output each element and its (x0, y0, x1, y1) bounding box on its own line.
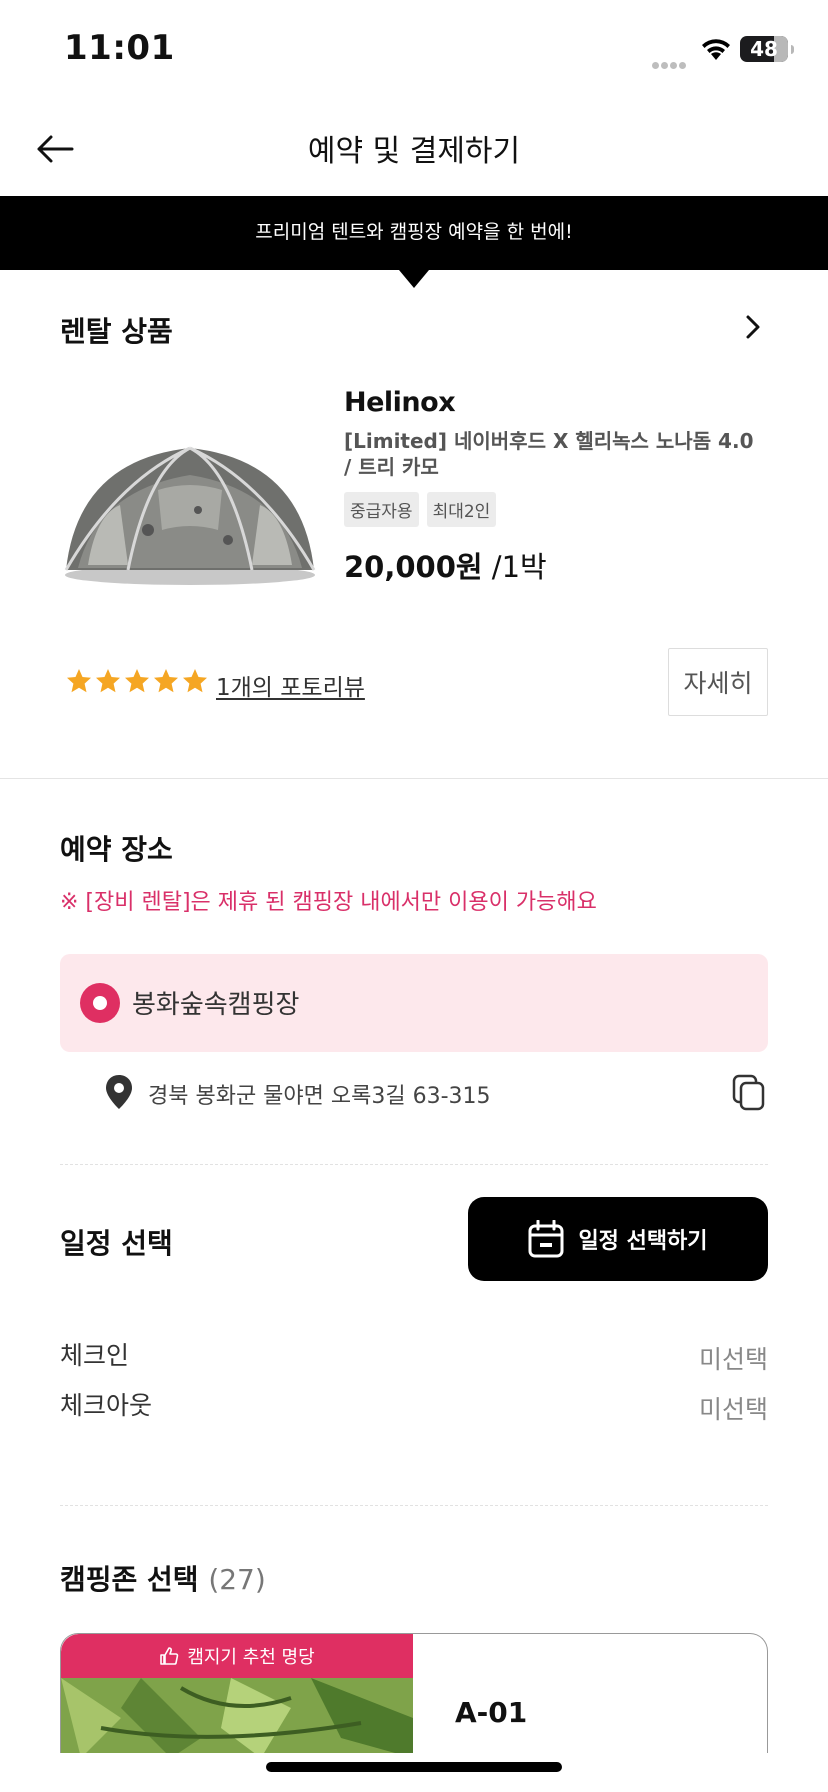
place-notice: ※ [장비 렌탈]은 제휴 된 캠핑장 내에서만 이용이 가능해요 (60, 890, 597, 915)
tag-level: 중급자용 (344, 492, 419, 527)
tag-capacity: 최대2인 (426, 492, 497, 527)
zone-count: (27) (208, 1563, 266, 1596)
promo-banner: 프리미엄 텐트와 캠핑장 예약을 한 번에! (0, 196, 828, 270)
status-time: 11:01 (64, 28, 175, 68)
product-brand: Helinox (344, 387, 456, 418)
section-divider (0, 778, 828, 779)
checkout-label: 체크아웃 (60, 1391, 153, 1420)
copy-icon[interactable] (732, 1074, 766, 1112)
wifi-icon (702, 39, 730, 60)
select-schedule-label: 일정 선택하기 (578, 1229, 708, 1254)
zone-card[interactable]: 캠지기 추천 명당 A-01 (60, 1633, 768, 1753)
dashed-divider (60, 1505, 768, 1506)
battery-level: 48 (750, 37, 778, 61)
thumbs-up-icon (160, 1647, 179, 1665)
calendar-icon (528, 1220, 564, 1258)
chevron-right-icon[interactable] (738, 312, 768, 342)
schedule-section-title: 일정 선택 (60, 1227, 173, 1260)
place-name: 봉화숲속캠핑장 (132, 990, 300, 1020)
product-tags: 중급자용 최대2인 (344, 492, 497, 527)
star-icon (154, 669, 178, 693)
checkin-value: 미선택 (698, 1345, 768, 1374)
zone-title-text: 캠핑존 선택 (60, 1563, 199, 1596)
status-bar: 11:01 48 (0, 0, 828, 100)
price-unit: /1박 (482, 550, 547, 584)
checkout-value: 미선택 (698, 1395, 768, 1424)
detail-button[interactable]: 자세히 (668, 648, 768, 716)
selected-place-card[interactable]: 봉화숲속캠핑장 (60, 954, 768, 1052)
checkin-label: 체크인 (60, 1341, 130, 1370)
star-icon (183, 669, 207, 693)
nav-bar: 예약 및 결제하기 (0, 100, 828, 196)
price-amount: 20,000원 (344, 550, 483, 584)
banner-pointer (399, 270, 429, 288)
product-image[interactable] (58, 430, 322, 590)
star-icon (96, 669, 120, 693)
rental-section-title: 렌탈 상품 (60, 315, 173, 348)
radio-selected-icon[interactable] (80, 983, 120, 1023)
photo-review-link[interactable]: 1개의 포토리뷰 (216, 668, 365, 702)
recommended-badge: 캠지기 추천 명당 (61, 1634, 413, 1678)
rating-stars (66, 668, 208, 694)
cellular-signal-icon (652, 54, 690, 69)
zone-section-title: 캠핑존 선택 (27) (60, 1558, 266, 1598)
product-price: 20,000원 /1박 (344, 544, 547, 586)
location-pin-icon (106, 1075, 132, 1109)
home-indicator (266, 1762, 562, 1772)
page-title: 예약 및 결제하기 (307, 134, 521, 169)
recommended-badge-label: 캠지기 추천 명당 (187, 1647, 315, 1668)
product-name: [Limited] 네이버후드 X 헬리녹스 노나돔 4.0 / 트리 카모 (344, 429, 754, 479)
place-section-title: 예약 장소 (60, 833, 173, 866)
star-icon (67, 669, 91, 693)
dashed-divider (60, 1164, 768, 1165)
zone-photo (61, 1678, 413, 1753)
zone-name: A-01 (455, 1696, 528, 1729)
star-icon (125, 669, 149, 693)
select-schedule-button[interactable]: 일정 선택하기 (468, 1197, 768, 1281)
place-address: 경북 봉화군 물야면 오록3길 63-315 (148, 1084, 491, 1109)
battery-icon: 48 (740, 36, 794, 62)
